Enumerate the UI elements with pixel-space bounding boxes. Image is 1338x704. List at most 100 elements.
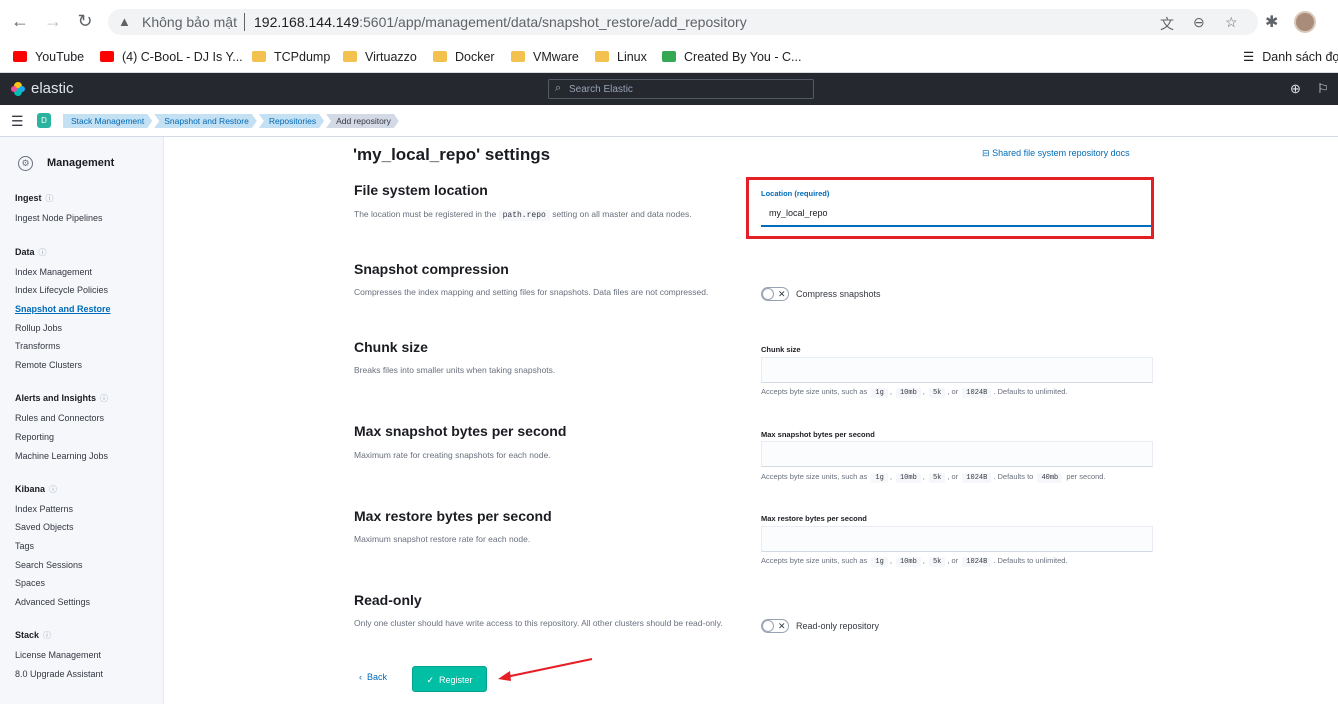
- sidebar-item-index-management[interactable]: Index Management: [15, 267, 92, 277]
- divider: [244, 13, 245, 31]
- location-input[interactable]: [761, 200, 1151, 227]
- section-desc-max-restore: Maximum snapshot restore rate for each n…: [354, 534, 531, 544]
- forward-arrow-icon[interactable]: →: [41, 9, 65, 33]
- info-icon: ⓘ: [100, 394, 109, 403]
- elastic-logo-icon[interactable]: [10, 81, 26, 97]
- section-title-max-restore: Max restore bytes per second: [354, 508, 552, 524]
- translate-icon[interactable]: 文: [1160, 14, 1174, 34]
- breadcrumb-bar: ☰ D Stack Management Snapshot and Restor…: [0, 105, 1338, 137]
- chunk-size-label: Chunk size: [761, 345, 801, 354]
- bookmark-created-by-you[interactable]: Created By You - C...: [662, 47, 801, 67]
- created-by-you-icon: [662, 51, 676, 62]
- section-title-chunk: Chunk size: [354, 339, 428, 355]
- sidebar-item-license[interactable]: License Management: [15, 650, 101, 660]
- max-snapshot-label: Max snapshot bytes per second: [761, 430, 875, 439]
- breadcrumb-stack-management[interactable]: Stack Management: [63, 114, 152, 128]
- bookmark-vmware[interactable]: VMware: [511, 47, 579, 67]
- bookmarks-bar: YouTube (4) C-BooL - DJ Is Y... TCPdump …: [0, 42, 1338, 73]
- check-icon: ✓: [426, 675, 434, 685]
- gear-icon: ⚙: [18, 156, 33, 171]
- sidebar-item-index-patterns[interactable]: Index Patterns: [15, 504, 73, 514]
- book-icon: ⊟: [982, 148, 990, 158]
- newsfeed-icon[interactable]: ⚐: [1317, 81, 1329, 97]
- sidebar-item-reporting[interactable]: Reporting: [15, 432, 54, 442]
- zoom-icon[interactable]: ⊖: [1193, 14, 1205, 31]
- page-title: 'my_local_repo' settings: [353, 145, 551, 164]
- sidebar-item-rules-connectors[interactable]: Rules and Connectors: [15, 413, 104, 423]
- sidebar-title: Management: [47, 157, 115, 169]
- global-search[interactable]: ⌕: [548, 79, 814, 99]
- bookmark-virtuazzo[interactable]: Virtuazzo: [343, 47, 417, 67]
- max-restore-input[interactable]: [761, 526, 1153, 552]
- bookmark-youtube[interactable]: YouTube: [13, 47, 84, 67]
- sidebar-group-stack: Stack ⓘ: [15, 630, 52, 640]
- sidebar-item-saved-objects[interactable]: Saved Objects: [15, 522, 74, 532]
- toggle-knob: [762, 288, 774, 300]
- section-title-location: File system location: [354, 182, 488, 198]
- elastic-logo-text[interactable]: elastic: [31, 80, 74, 97]
- readonly-toggle[interactable]: ✕: [761, 619, 789, 633]
- chunk-size-help: Accepts byte size units, such as 1g, 10m…: [761, 387, 1068, 398]
- sidebar-group-data: Data ⓘ: [15, 247, 47, 257]
- bookmark-linux[interactable]: Linux: [595, 47, 647, 67]
- info-icon: ⓘ: [45, 194, 54, 203]
- close-icon: ✕: [778, 621, 786, 631]
- sidebar-item-rollup-jobs[interactable]: Rollup Jobs: [15, 323, 62, 333]
- folder-icon: [511, 51, 525, 62]
- sidebar-item-upgrade-assistant[interactable]: 8.0 Upgrade Assistant: [15, 669, 103, 679]
- star-icon[interactable]: ☆: [1225, 14, 1238, 31]
- hamburger-menu-icon[interactable]: ☰: [11, 113, 24, 130]
- section-desc-readonly: Only one cluster should have write acces…: [354, 618, 723, 628]
- elastic-header: elastic ⌕ ⊕ ⚐: [0, 73, 1338, 105]
- section-desc-chunk: Breaks files into smaller units when tak…: [354, 365, 556, 375]
- help-icon[interactable]: ⊕: [1290, 81, 1301, 97]
- url-text[interactable]: 192.168.144.149:5601/app/management/data…: [254, 14, 747, 30]
- info-icon: ⓘ: [43, 631, 52, 640]
- search-input[interactable]: [569, 82, 809, 96]
- space-avatar[interactable]: D: [37, 113, 51, 128]
- back-arrow-icon[interactable]: ←: [8, 9, 32, 33]
- sidebar-item-tags[interactable]: Tags: [15, 541, 34, 551]
- docs-link[interactable]: ⊟ Shared file system repository docs: [982, 148, 1130, 159]
- sidebar-group-alerts: Alerts and Insights ⓘ: [15, 393, 109, 403]
- search-icon: ⌕: [555, 82, 562, 94]
- breadcrumb-snapshot-restore[interactable]: Snapshot and Restore: [154, 114, 257, 128]
- sidebar-group-ingest: Ingest ⓘ: [15, 193, 54, 203]
- close-icon: ✕: [778, 289, 786, 299]
- section-title-readonly: Read-only: [354, 592, 422, 608]
- reading-list-icon: ☰: [1243, 50, 1255, 64]
- info-icon: ⓘ: [49, 485, 58, 494]
- sidebar-item-remote-clusters[interactable]: Remote Clusters: [15, 360, 82, 370]
- sidebar-item-ingest-pipelines[interactable]: Ingest Node Pipelines: [15, 213, 103, 223]
- sidebar-item-transforms[interactable]: Transforms: [15, 341, 60, 351]
- sidebar-item-advanced-settings[interactable]: Advanced Settings: [15, 597, 90, 607]
- max-snapshot-input[interactable]: [761, 441, 1153, 467]
- sidebar-item-snapshot-restore[interactable]: Snapshot and Restore: [15, 304, 111, 314]
- reading-list[interactable]: ☰ Danh sách đọ: [1243, 47, 1338, 67]
- sidebar-item-search-sessions[interactable]: Search Sessions: [15, 560, 83, 570]
- warning-icon[interactable]: ▲: [118, 14, 131, 29]
- browser-toolbar: ← → ↻ ▲ Không bảo mật 192.168.144.149:56…: [0, 0, 1338, 42]
- breadcrumb-repositories[interactable]: Repositories: [259, 114, 324, 128]
- extensions-icon[interactable]: ✱: [1265, 12, 1278, 32]
- breadcrumb: Stack Management Snapshot and Restore Re…: [63, 114, 401, 128]
- chunk-size-input[interactable]: [761, 357, 1153, 383]
- insecure-label[interactable]: Không bảo mật: [142, 14, 237, 30]
- management-sidebar: ⚙ Management Ingest ⓘ Ingest Node Pipelin…: [0, 137, 164, 704]
- reload-icon[interactable]: ↻: [73, 9, 97, 33]
- folder-icon: [343, 51, 357, 62]
- bookmark-docker[interactable]: Docker: [433, 47, 495, 67]
- max-snapshot-help: Accepts byte size units, such as 1g, 10m…: [761, 472, 1106, 483]
- register-button[interactable]: ✓ Register: [412, 666, 487, 692]
- max-restore-label: Max restore bytes per second: [761, 514, 867, 523]
- profile-avatar[interactable]: [1294, 11, 1316, 33]
- sidebar-item-ilm[interactable]: Index Lifecycle Policies: [15, 285, 108, 295]
- sidebar-group-kibana: Kibana ⓘ: [15, 484, 58, 494]
- bookmark-cbool[interactable]: (4) C-BooL - DJ Is Y...: [100, 47, 243, 67]
- compress-toggle[interactable]: ✕: [761, 287, 789, 301]
- sidebar-item-ml-jobs[interactable]: Machine Learning Jobs: [15, 451, 108, 461]
- back-button[interactable]: ‹ Back: [359, 672, 387, 682]
- sidebar-item-spaces[interactable]: Spaces: [15, 578, 45, 588]
- address-bar[interactable]: ▲ Không bảo mật 192.168.144.149:5601/app…: [108, 9, 1258, 35]
- bookmark-tcpdump[interactable]: TCPdump: [252, 47, 330, 67]
